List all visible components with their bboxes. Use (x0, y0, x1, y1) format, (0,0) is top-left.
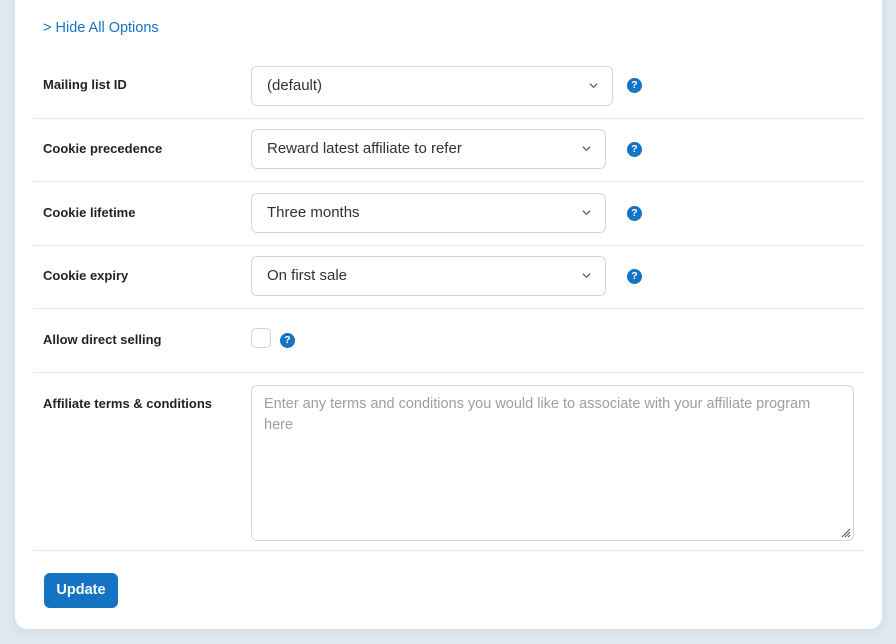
update-button[interactable]: Update (44, 573, 118, 608)
help-icon[interactable]: ? (627, 206, 642, 221)
settings-card: > Hide All Options Mailing list ID (defa… (15, 0, 882, 629)
cookie-lifetime-label: Cookie lifetime (43, 205, 136, 220)
help-icon[interactable]: ? (280, 333, 295, 348)
cookie-precedence-label: Cookie precedence (43, 141, 163, 156)
cookie-expiry-row: Cookie expiry On first sale ? (33, 246, 864, 309)
hide-all-options-link[interactable]: > Hide All Options (43, 20, 159, 36)
cookie-precedence-select[interactable]: Reward latest affiliate to refer (251, 129, 606, 169)
cookie-expiry-select[interactable]: On first sale (251, 256, 606, 296)
chevron-down-icon (582, 146, 591, 152)
mailing-list-select[interactable]: (default) (251, 66, 613, 106)
cookie-lifetime-row: Cookie lifetime Three months ? (33, 182, 864, 246)
cookie-precedence-row: Cookie precedence Reward latest affiliat… (33, 119, 864, 182)
chevron-down-icon (582, 210, 591, 216)
help-icon[interactable]: ? (627, 142, 642, 157)
help-icon[interactable]: ? (627, 269, 642, 284)
cookie-lifetime-select[interactable]: Three months (251, 193, 606, 233)
direct-selling-checkbox[interactable] (251, 328, 271, 348)
chevron-down-icon (589, 83, 598, 89)
cookie-expiry-value: On first sale (267, 267, 348, 284)
terms-label: Affiliate terms & conditions (43, 396, 213, 411)
cookie-expiry-label: Cookie expiry (43, 268, 129, 283)
cookie-precedence-value: Reward latest affiliate to refer (267, 140, 462, 157)
mailing-list-label: Mailing list ID (43, 77, 127, 92)
direct-selling-label: Allow direct selling (43, 332, 162, 347)
terms-textarea[interactable]: Enter any terms and conditions you would… (251, 385, 854, 541)
help-icon[interactable]: ? (627, 78, 642, 93)
chevron-down-icon (582, 273, 591, 279)
terms-placeholder: Enter any terms and conditions you would… (264, 396, 811, 433)
resize-grip-icon[interactable] (839, 526, 851, 538)
mailing-list-value: (default) (267, 77, 323, 94)
direct-selling-row: Allow direct selling ? (33, 309, 864, 373)
terms-row: Affiliate terms & conditions Enter any t… (33, 373, 864, 551)
cookie-lifetime-value: Three months (267, 204, 360, 221)
mailing-list-row: Mailing list ID (default) ? (33, 56, 864, 119)
